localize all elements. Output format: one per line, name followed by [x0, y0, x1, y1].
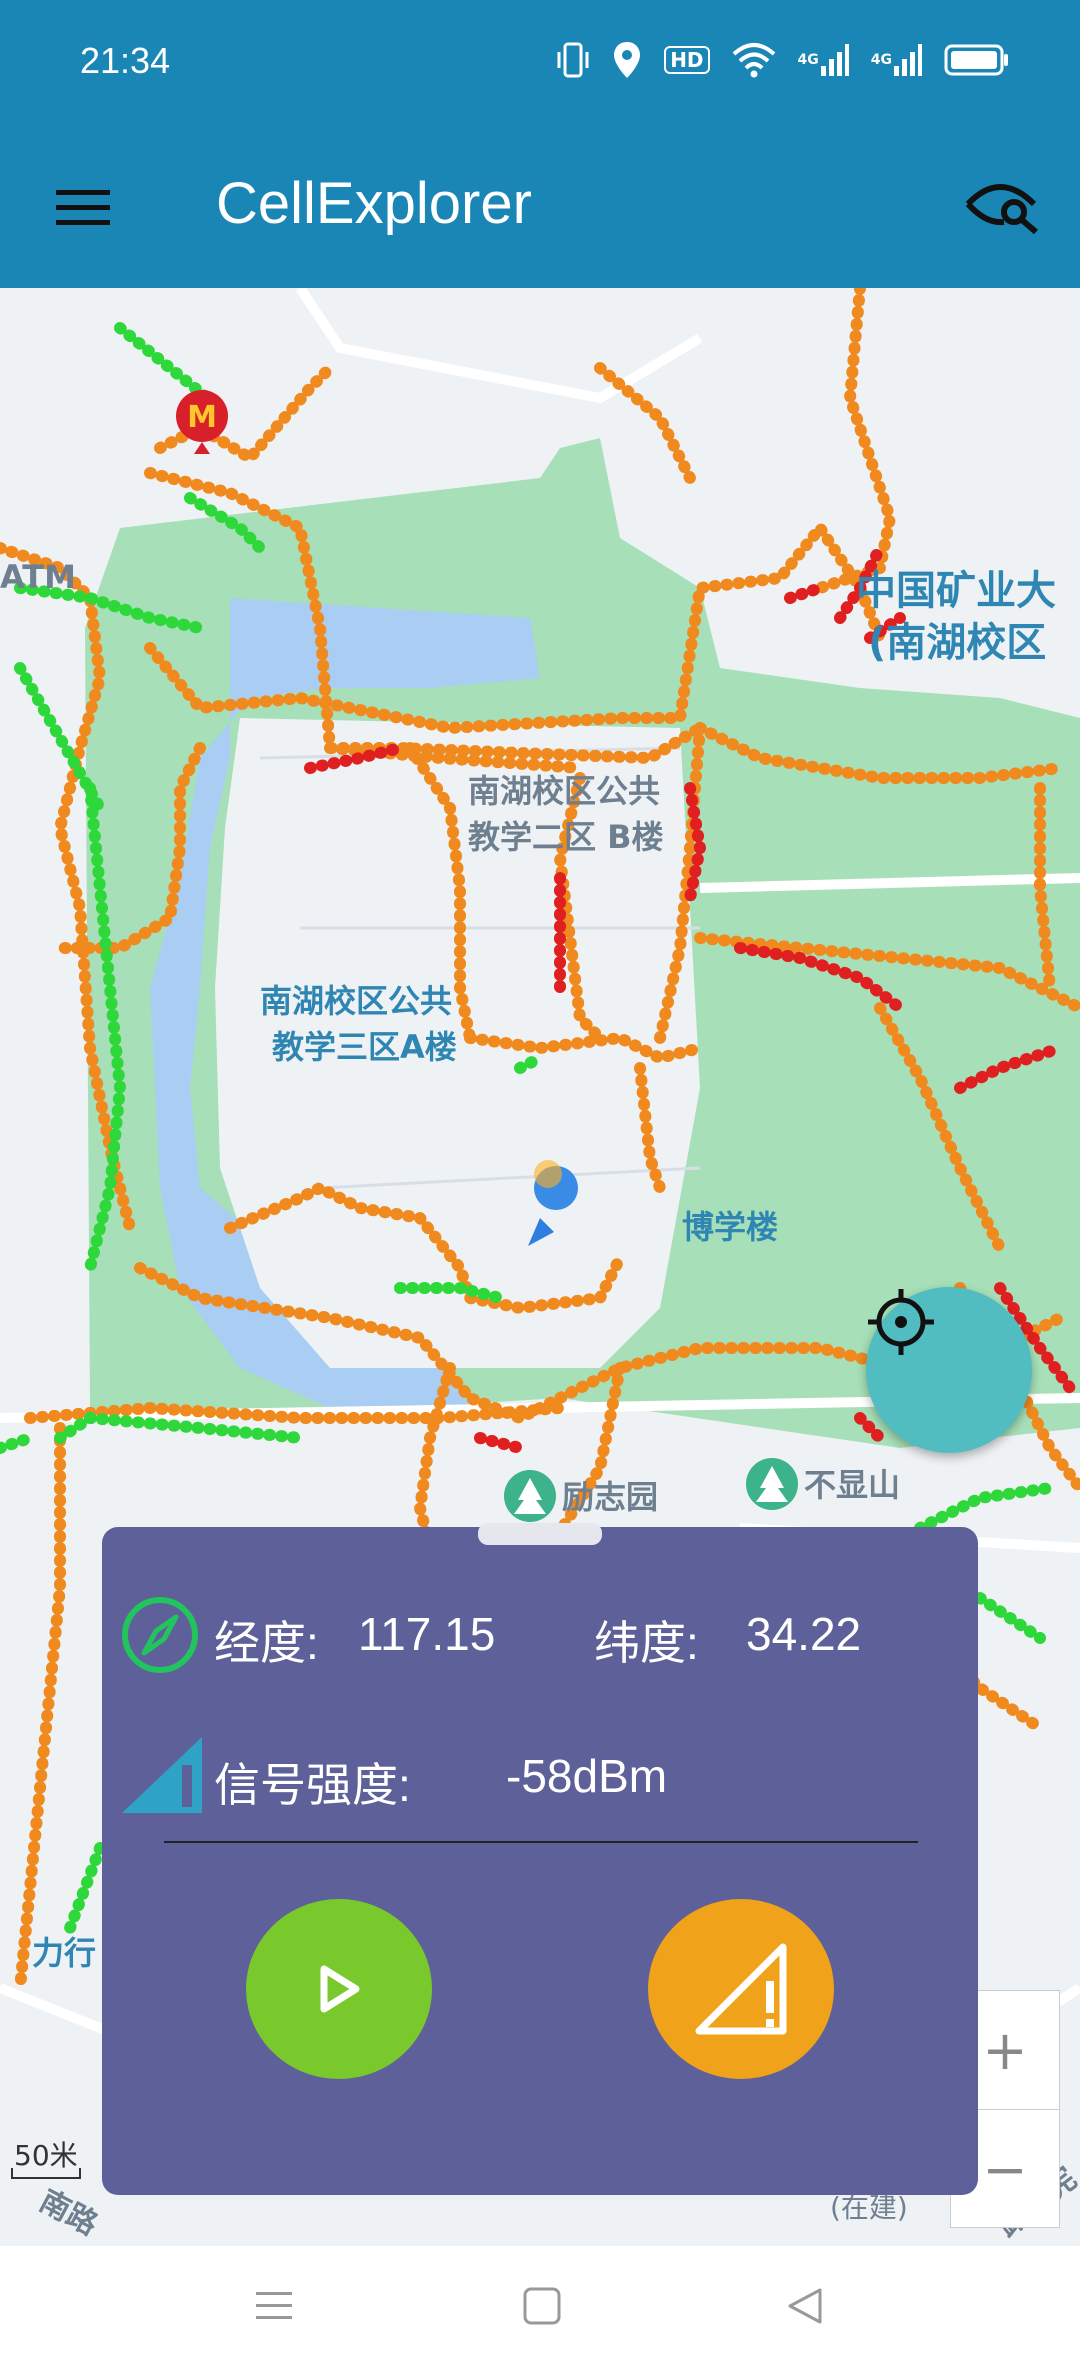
- recents-button[interactable]: [254, 2286, 294, 2330]
- menu-button[interactable]: [54, 184, 114, 232]
- signal-4g-icon: 4G: [798, 44, 849, 76]
- signal-test-button[interactable]: [648, 1899, 834, 2079]
- system-nav-bar: [0, 2246, 1080, 2376]
- app-bar: CellExplorer: [0, 130, 1080, 288]
- status-bar: 21:34 HD 4G 4G: [0, 0, 1080, 130]
- locate-me-button[interactable]: [866, 1287, 1032, 1453]
- hamburger-icon: [56, 190, 110, 225]
- menu-lines-icon: [256, 2292, 292, 2319]
- home-button[interactable]: [522, 2286, 562, 2330]
- signal-4g-icon: 4G: [871, 44, 922, 76]
- status-time: 21:34: [80, 40, 171, 81]
- map-label-building-b: 南湖校区公共: [468, 772, 661, 810]
- square-icon: [523, 2287, 561, 2325]
- latitude-value: 34.22: [746, 1608, 862, 1660]
- vibrate-icon: [556, 40, 590, 80]
- back-button[interactable]: [786, 2286, 826, 2330]
- panel-drag-handle[interactable]: [478, 1523, 602, 1545]
- map-label-lixing: 力行: [32, 1934, 97, 1972]
- map-label-buxianshan: 不显山: [804, 1466, 901, 1504]
- longitude-value: 117.15: [358, 1608, 496, 1660]
- hd-icon: HD: [664, 46, 710, 74]
- signal-alert-icon: [695, 1943, 787, 2035]
- eye-search-icon: [965, 184, 1038, 235]
- park-marker-icon: [504, 1470, 556, 1522]
- compass-icon: [120, 1595, 200, 1675]
- wifi-icon: [732, 42, 776, 78]
- park-marker-icon: [746, 1458, 798, 1510]
- svg-text:M: M: [187, 400, 217, 435]
- signal-strength-label: 信号强度:: [214, 1759, 411, 1811]
- app-title: CellExplorer: [216, 171, 532, 236]
- map-label-building-a-line2: 教学三区A楼: [272, 1028, 457, 1066]
- location-icon: [612, 40, 642, 80]
- start-recording-button[interactable]: [246, 1899, 432, 2079]
- visibility-button[interactable]: [964, 176, 1044, 238]
- status-icons: HD 4G 4G: [556, 40, 1010, 80]
- map-label-atm: ATM: [0, 558, 76, 596]
- map-label-building-a: 南湖校区公共: [260, 982, 453, 1020]
- latitude-label: 纬度:: [594, 1617, 699, 1669]
- map-label-boxue: 博学楼: [682, 1208, 779, 1246]
- crosshair-icon: [868, 1289, 934, 1355]
- map-scale-label: 50米: [14, 2139, 78, 2172]
- signal-strength-value: -58dBm: [506, 1750, 668, 1802]
- map-label-university-campus: (南湖校区: [868, 620, 1047, 666]
- back-triangle-icon: [788, 2288, 822, 2324]
- play-icon: [320, 1965, 360, 2013]
- panel-divider: [164, 1841, 918, 1843]
- battery-icon: [944, 44, 1010, 76]
- longitude-label: 经度:: [214, 1617, 319, 1669]
- map-label-building-b-line2: 教学二区 B楼: [468, 818, 664, 856]
- map-label-university: 中国矿业大: [856, 568, 1056, 614]
- map-label-lizhiyuan: 励志园: [562, 1478, 659, 1516]
- info-panel: 经度: 117.15 纬度: 34.22 信号强度: -58dBm: [102, 1523, 978, 2195]
- signal-strength-icon: [120, 1733, 204, 1817]
